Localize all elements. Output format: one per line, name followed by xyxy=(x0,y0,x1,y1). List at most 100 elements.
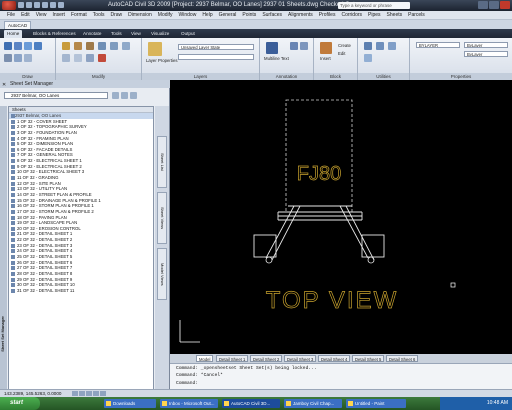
lineweight-dropdown[interactable]: ByLayer xyxy=(464,42,508,48)
snap-icon[interactable] xyxy=(72,391,78,396)
rectangle-icon[interactable] xyxy=(4,54,12,62)
quick-select-icon[interactable] xyxy=(376,42,384,50)
application-menu-button[interactable] xyxy=(2,1,16,10)
menu-item-dimension[interactable]: Dimension xyxy=(125,12,155,19)
osnap-icon[interactable] xyxy=(100,391,106,396)
menu-item-general[interactable]: General xyxy=(216,12,240,19)
menu-item-file[interactable]: File xyxy=(4,12,18,19)
tab-sheet-views[interactable]: Sheet Views xyxy=(157,192,167,244)
menu-item-alignments[interactable]: Alignments xyxy=(285,12,316,19)
multiline-text-label[interactable]: Multiline Text xyxy=(264,56,289,61)
array-icon[interactable] xyxy=(86,54,94,62)
menu-item-pipes[interactable]: Pipes xyxy=(365,12,384,19)
menu-item-sheets[interactable]: Sheets xyxy=(384,12,406,19)
polar-icon[interactable] xyxy=(93,391,99,396)
calculator-icon[interactable] xyxy=(364,54,372,62)
ribbon-tab-visualize[interactable]: Visualize xyxy=(148,30,172,38)
edit-block-label[interactable]: Edit xyxy=(338,51,345,56)
leader-icon[interactable] xyxy=(300,42,308,50)
view-icon[interactable] xyxy=(121,92,128,99)
taskbar-item-active[interactable]: AutoCAD Civil 3D... xyxy=(222,399,280,408)
move-icon[interactable] xyxy=(62,42,70,50)
new-icon[interactable] xyxy=(18,2,24,8)
rotate-icon[interactable] xyxy=(74,42,82,50)
ellipse-icon[interactable] xyxy=(24,54,32,62)
menu-item-insert[interactable]: Insert xyxy=(49,12,68,19)
id-point-icon[interactable] xyxy=(388,42,396,50)
tab-model-views[interactable]: Model Views xyxy=(157,248,167,300)
create-block-label[interactable]: Create xyxy=(338,43,351,48)
tab-detail-sheet-3[interactable]: Detail Sheet 3 xyxy=(284,355,317,362)
taskbar-item[interactable]: Untitled - Paint xyxy=(346,399,406,408)
menu-item-tools[interactable]: Tools xyxy=(90,12,108,19)
tab-detail-sheet-1[interactable]: Detail Sheet 1 xyxy=(216,355,249,362)
close-icon[interactable] xyxy=(500,1,510,9)
menu-item-draw[interactable]: Draw xyxy=(107,12,125,19)
menu-item-modify[interactable]: Modify xyxy=(155,12,176,19)
grid-icon[interactable] xyxy=(79,391,85,396)
help-icon[interactable] xyxy=(130,92,137,99)
publish-icon[interactable] xyxy=(112,92,119,99)
sheet-set-dropdown[interactable]: 2937 Belmar, OO Lanes xyxy=(4,92,108,99)
trim-icon[interactable] xyxy=(86,42,94,50)
mirror-icon[interactable] xyxy=(110,42,118,50)
ribbon-tab-view[interactable]: View xyxy=(128,30,144,38)
tab-sheet-list[interactable]: Sheet List xyxy=(157,136,167,188)
stretch-icon[interactable] xyxy=(62,54,70,62)
arc-icon[interactable] xyxy=(34,42,42,50)
menu-item-edit[interactable]: Edit xyxy=(18,12,33,19)
polyline-icon[interactable] xyxy=(14,42,22,50)
start-button[interactable]: start xyxy=(0,397,40,410)
measure-icon[interactable] xyxy=(364,42,372,50)
taskbar-item[interactable]: Inbox - Microsoft Out... xyxy=(160,399,218,408)
command-prompt[interactable]: Command: xyxy=(176,381,198,386)
save-icon[interactable] xyxy=(34,2,40,8)
menu-item-view[interactable]: View xyxy=(33,12,50,19)
document-tab[interactable]: AutoCAD xyxy=(4,21,32,29)
ortho-icon[interactable] xyxy=(86,391,92,396)
circle-icon[interactable] xyxy=(24,42,32,50)
ribbon-tab-output[interactable]: Output xyxy=(178,30,198,38)
menu-item-points[interactable]: Points xyxy=(239,12,259,19)
taskbar-item[interactable]: Jamboy Civil Chap... xyxy=(284,399,342,408)
layer-properties-label[interactable]: Layer Properties xyxy=(146,58,178,63)
color-dropdown[interactable]: BYLAYER xyxy=(416,42,460,48)
redo-icon[interactable] xyxy=(50,2,56,8)
search-input[interactable]: Type a keyword or phrase xyxy=(338,2,410,9)
fillet-icon[interactable] xyxy=(122,42,130,50)
open-icon[interactable] xyxy=(26,2,32,8)
insert-block-icon[interactable] xyxy=(320,42,332,54)
tab-detail-sheet-4[interactable]: Detail Sheet 4 xyxy=(318,355,351,362)
menu-item-help[interactable]: Help xyxy=(199,12,215,19)
maximize-icon[interactable] xyxy=(489,1,499,9)
menu-item-surfaces[interactable]: Surfaces xyxy=(259,12,285,19)
taskbar-item[interactable]: Downloads xyxy=(104,399,156,408)
erase-icon[interactable] xyxy=(98,54,106,62)
drawing-canvas[interactable]: FJ80 TOP VIEW xyxy=(170,80,512,354)
undo-icon[interactable] xyxy=(42,2,48,8)
layer-dropdown[interactable] xyxy=(178,54,254,60)
linetype-dropdown[interactable]: ByLayer xyxy=(464,51,508,57)
tab-detail-sheet-5[interactable]: Detail Sheet 5 xyxy=(352,355,385,362)
menu-item-format[interactable]: Format xyxy=(68,12,90,19)
plot-icon[interactable] xyxy=(58,2,64,8)
line-icon[interactable] xyxy=(4,42,12,50)
layer-state-dropdown[interactable]: Unsaved Layer State xyxy=(178,44,254,50)
ribbon-tab-blocks[interactable]: Blocks & References xyxy=(30,30,79,38)
scale-icon[interactable] xyxy=(74,54,82,62)
tab-detail-sheet-2[interactable]: Detail Sheet 2 xyxy=(250,355,283,362)
layer-properties-icon[interactable] xyxy=(148,42,162,56)
ribbon-tab-annotate[interactable]: Annotate xyxy=(80,30,104,38)
close-icon[interactable]: ✕ xyxy=(2,81,6,89)
command-line[interactable]: Command: _opensheetset Sheet Set(s) bein… xyxy=(170,363,512,389)
tab-model[interactable]: Model xyxy=(196,355,214,362)
insert-label[interactable]: Insert xyxy=(320,56,331,61)
menu-item-parcels[interactable]: Parcels xyxy=(405,12,428,19)
copy-icon[interactable] xyxy=(98,42,106,50)
tab-detail-sheet-6[interactable]: Detail Sheet 6 xyxy=(386,355,419,362)
menu-item-profiles[interactable]: Profiles xyxy=(316,12,339,19)
dimension-icon[interactable] xyxy=(290,42,298,50)
sheet-list-item[interactable]: 31 OF 32 - DETAIL SHEET 11 xyxy=(9,288,153,294)
minimize-icon[interactable] xyxy=(478,1,488,9)
menu-item-window[interactable]: Window xyxy=(176,12,200,19)
